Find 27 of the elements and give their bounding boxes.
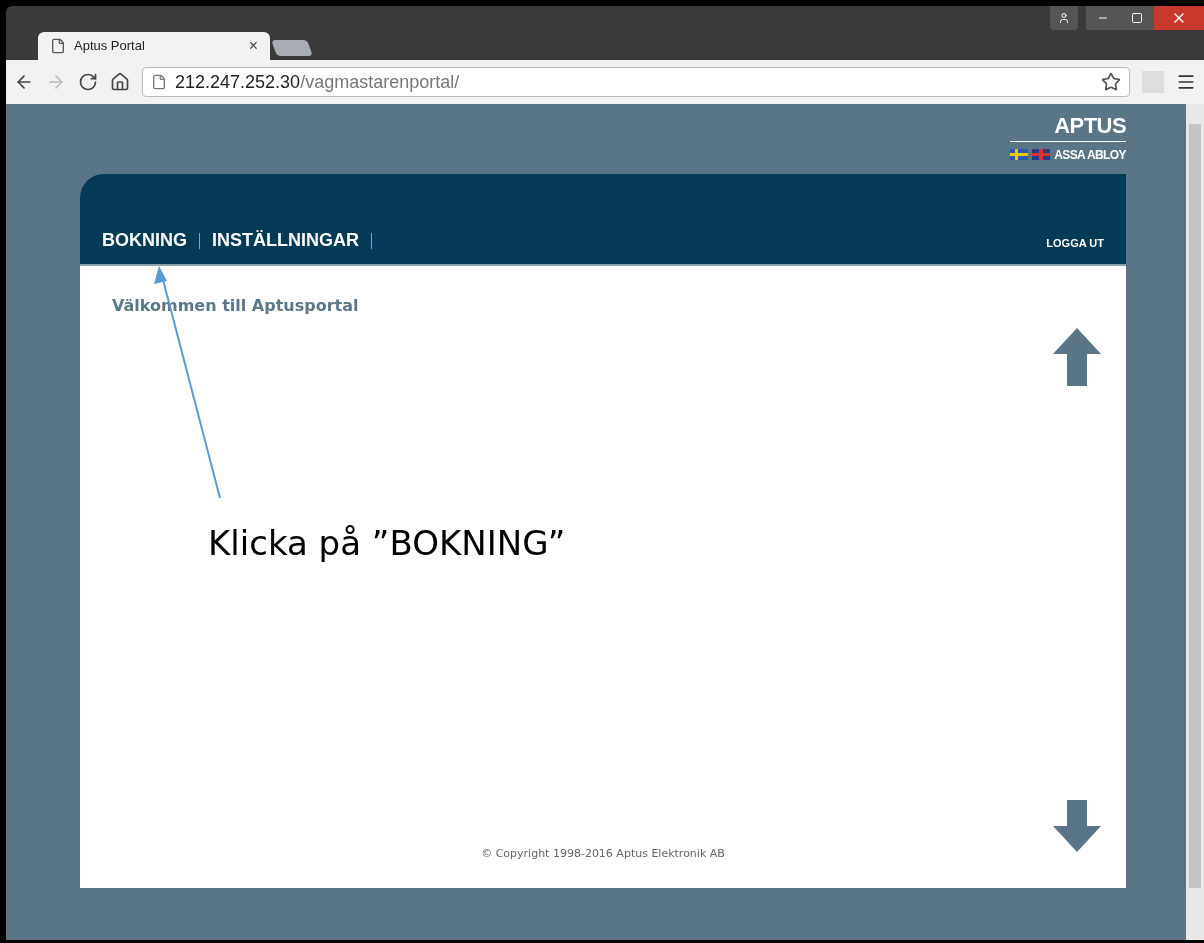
maximize-button[interactable] xyxy=(1120,6,1154,30)
down-arrow-icon[interactable] xyxy=(1053,800,1101,852)
page-icon xyxy=(50,38,66,54)
tab-close-button[interactable]: × xyxy=(248,34,258,58)
logout-link[interactable]: LOGGA UT xyxy=(1046,234,1104,251)
copyright-text: © Copyright 1998-2016 Aptus Elektronik AB xyxy=(480,846,726,862)
brand-logo: APTUS xyxy=(1054,114,1126,137)
home-icon[interactable] xyxy=(110,72,130,92)
swedish-flag-icon[interactable] xyxy=(1010,149,1029,160)
up-arrow-icon[interactable] xyxy=(1053,328,1101,386)
nav-link[interactable]: INSTÄLLNINGAR xyxy=(212,227,359,254)
profile-button[interactable] xyxy=(1050,6,1078,30)
brand-subtitle: ASSA ABLOY xyxy=(1054,146,1126,164)
page-icon xyxy=(151,74,167,90)
reload-icon[interactable] xyxy=(78,72,98,92)
scrollbar[interactable] xyxy=(1186,104,1204,940)
address-bar[interactable]: 212.247.252.30/vagmastarenportal/ xyxy=(142,67,1130,97)
new-tab-button[interactable] xyxy=(271,40,313,56)
bookmark-star-icon[interactable] xyxy=(1101,72,1121,92)
tab-title: Aptus Portal xyxy=(74,37,146,56)
url-text: 212.247.252.30/vagmastarenportal/ xyxy=(175,70,461,94)
maximize-icon xyxy=(1131,12,1143,24)
nav-link[interactable]: BOKNING xyxy=(102,227,187,254)
annotation-text: Klicka på ”BOKNING” xyxy=(208,522,566,565)
menu-icon[interactable] xyxy=(1176,72,1196,92)
browser-tab[interactable]: Aptus Portal × xyxy=(38,32,270,60)
user-icon xyxy=(1058,12,1070,24)
